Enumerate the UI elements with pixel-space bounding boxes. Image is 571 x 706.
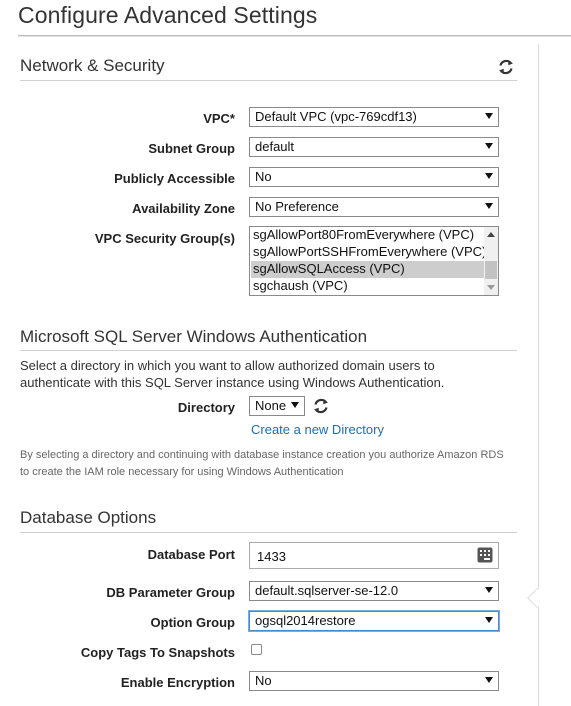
chevron-down-icon <box>291 402 299 408</box>
chevron-down-icon <box>485 143 493 149</box>
chevron-down-icon <box>485 173 493 179</box>
windows-auth-title: Microsoft SQL Server Windows Authenticat… <box>20 327 368 346</box>
network-security-title: Network & Security <box>20 56 165 75</box>
vpc-value: Default VPC (vpc-769cdf13) <box>255 109 417 124</box>
chevron-down-icon <box>485 113 493 119</box>
copy-tags-checkbox[interactable] <box>251 644 262 655</box>
title-divider <box>18 35 571 37</box>
page-title: Configure Advanced Settings <box>18 2 318 28</box>
section-divider <box>20 350 517 351</box>
publicly-accessible-label: Publicly Accessible <box>114 171 235 186</box>
security-groups-label: VPC Security Group(s) <box>94 231 235 246</box>
encryption-select[interactable]: No <box>249 671 499 691</box>
scroll-up-icon[interactable] <box>487 232 495 237</box>
directory-label: Directory <box>177 400 235 415</box>
vpc-label: VPC* <box>203 111 235 126</box>
parameter-group-label: DB Parameter Group <box>106 585 235 600</box>
scroll-down-icon[interactable] <box>487 285 495 290</box>
windows-auth-description: Select a directory in which you want to … <box>20 358 445 390</box>
encryption-label: Enable Encryption <box>120 675 235 690</box>
scrollbar-thumb[interactable] <box>485 261 497 279</box>
publicly-accessible-select[interactable]: No <box>249 167 499 187</box>
parameter-group-select[interactable]: default.sqlserver-se-12.0 <box>249 581 499 601</box>
refresh-icon[interactable] <box>496 57 516 77</box>
copy-tags-label: Copy Tags To Snapshots <box>80 645 235 660</box>
chevron-down-icon <box>485 203 493 209</box>
security-group-option[interactable]: sgAllowSQLAccess (VPC) <box>251 261 484 278</box>
chevron-down-icon <box>485 617 493 623</box>
windows-auth-note: By selecting a directory and continuing … <box>20 449 504 478</box>
security-groups-listbox[interactable]: sgAllowPort80FromEverywhere (VPC) sgAllo… <box>249 226 499 296</box>
database-port-input[interactable]: 1433 <box>249 542 499 569</box>
option-group-label: Option Group <box>150 615 235 630</box>
keypad-icon[interactable] <box>477 547 493 563</box>
vpc-select[interactable]: Default VPC (vpc-769cdf13) <box>249 107 499 127</box>
option-group-value: ogsql2014restore <box>255 613 356 628</box>
subnet-group-value: default <box>255 139 295 154</box>
security-group-option[interactable]: sgAllowPortSSHFromEverywhere (VPC) <box>251 244 484 261</box>
option-group-select[interactable]: ogsql2014restore <box>249 611 499 631</box>
create-directory-link[interactable]: Create a new Directory <box>251 422 384 437</box>
subnet-group-select[interactable]: default <box>249 137 499 157</box>
database-port-value: 1433 <box>257 549 286 564</box>
security-group-option[interactable]: sgAllowPort80FromEverywhere (VPC) <box>251 227 484 244</box>
availability-zone-value: No Preference <box>255 199 339 214</box>
subnet-group-label: Subnet Group <box>148 141 235 156</box>
availability-zone-label: Availability Zone <box>132 201 235 216</box>
directory-value: None <box>255 398 287 413</box>
listbox-scrollbar[interactable] <box>484 227 498 295</box>
database-port-label: Database Port <box>147 547 235 562</box>
section-divider <box>20 532 517 533</box>
parameter-group-value: default.sqlserver-se-12.0 <box>255 583 399 598</box>
chevron-down-icon <box>485 677 493 683</box>
database-options-title: Database Options <box>20 508 157 527</box>
publicly-accessible-value: No <box>255 169 272 184</box>
encryption-value: No <box>255 673 272 688</box>
availability-zone-select[interactable]: No Preference <box>249 197 499 217</box>
directory-select[interactable]: None <box>249 396 305 416</box>
section-divider <box>20 80 517 81</box>
refresh-icon[interactable] <box>311 396 331 416</box>
side-panel-notch <box>527 588 547 608</box>
chevron-down-icon <box>485 587 493 593</box>
security-group-option[interactable]: sgchaush (VPC) <box>251 278 484 295</box>
